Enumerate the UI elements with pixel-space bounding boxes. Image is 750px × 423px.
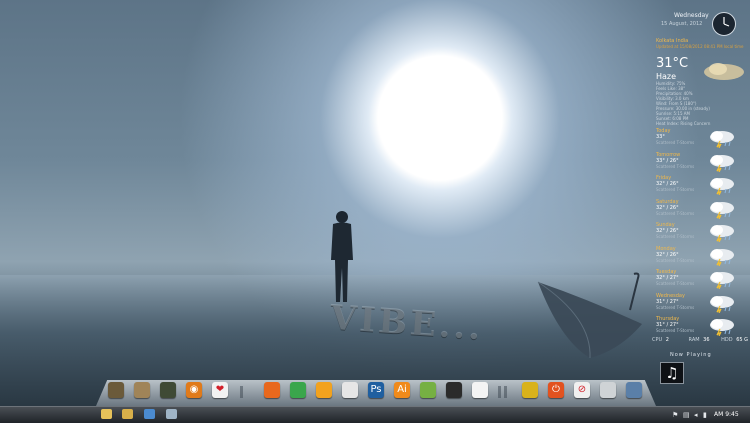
forecast-row: Friday 32° / 26° Scattered T-Storms [656, 175, 748, 199]
forecast-row: Saturday 32° / 26° Scattered T-Storms [656, 199, 748, 223]
system-stats: CPU 2 RAM 36 HDD 65 G [652, 337, 748, 343]
media-player-icon[interactable] [316, 382, 332, 398]
control-panel-icon[interactable] [522, 382, 538, 398]
taskbar [0, 406, 750, 423]
weather-detail: Heat Index: Rising Concern [656, 121, 711, 126]
itunes-icon[interactable] [342, 382, 358, 398]
clock-day: Wednesday [674, 12, 709, 19]
illustrator-icon[interactable]: Ai [394, 382, 410, 398]
forecast-row: Tomorrow 33° / 26° Scattered T-Storms [656, 152, 748, 176]
hdd-label: HDD [721, 337, 733, 343]
dock-separator [498, 386, 501, 398]
cpu-value: 2 [665, 337, 669, 343]
forecast-row: Wednesday 31° / 27° Scattered T-Storms [656, 293, 748, 317]
music-note-icon[interactable]: ♫ [660, 362, 684, 384]
explorer-icon[interactable] [101, 409, 112, 419]
network-icon[interactable] [626, 382, 642, 398]
power-icon[interactable]: ⏻ [548, 382, 564, 398]
forecast-row: Today 33° Scattered T-Storms [656, 128, 748, 152]
media-icon[interactable] [122, 409, 133, 419]
firefox-icon[interactable] [264, 382, 280, 398]
thunderstorm-icon [710, 295, 734, 313]
battery-icon[interactable]: ▮ [703, 411, 707, 419]
weather-updated: Updated at 15/08/2012 08:41 PM local tim… [656, 44, 744, 49]
photoshop-icon[interactable]: Ps [368, 382, 384, 398]
thunderstorm-icon [710, 225, 734, 242]
umbrella [537, 272, 642, 359]
volume-icon[interactable]: ◂ [694, 411, 698, 419]
forecast-row: Sunday 32° / 26° Scattered T-Storms [656, 222, 748, 246]
walking-figure [331, 211, 353, 302]
analog-clock-icon [712, 12, 736, 36]
thunderstorm-icon [710, 131, 734, 148]
no-entry-icon[interactable]: ⊘ [574, 382, 590, 398]
forecast-row: Monday 32° / 26° Scattered T-Storms [656, 246, 748, 270]
thunderstorm-icon [710, 201, 734, 219]
taskbar-clock[interactable]: AM 9:45 [714, 411, 739, 418]
blank-app-icon[interactable] [472, 382, 488, 398]
forecast-list: Today 33° Scattered T-Storms Tomorrow 33° / … [656, 128, 748, 340]
weather-widget: Kolkata India Updated at 15/08/2012 08:4… [656, 38, 748, 126]
ram-label: RAM [688, 337, 700, 343]
computer-icon[interactable] [108, 382, 124, 398]
dock-separator [240, 386, 243, 398]
forecast-row: Tuesday 32° / 27° Scattered T-Storms [656, 269, 748, 293]
weather-details: Humidity: 75% Feels Like: 38° Precipitat… [656, 81, 748, 126]
gamepad-icon[interactable] [446, 382, 462, 398]
thunderstorm-icon [710, 178, 734, 195]
ram-value: 36 [703, 337, 710, 343]
network-app-icon[interactable] [144, 409, 155, 419]
clock-date: 15 August, 2012 [661, 21, 703, 27]
heart-icon[interactable]: ❤ [212, 382, 228, 398]
tools-icon[interactable] [166, 409, 177, 419]
hdd-value: 65 G [736, 337, 749, 343]
movie-icon[interactable] [160, 382, 176, 398]
speaker-icon[interactable]: ◉ [186, 382, 202, 398]
thunderstorm-icon [710, 154, 734, 172]
thunderstorm-icon [710, 319, 734, 336]
thunderstorm-icon [710, 248, 734, 266]
now-playing-label: Now Playing [670, 352, 712, 358]
thunderstorm-icon [710, 272, 734, 289]
utorrent-icon[interactable] [420, 382, 436, 398]
dock-separator [504, 386, 507, 398]
folder-icon[interactable] [134, 382, 150, 398]
recycle-bin-icon[interactable] [600, 382, 616, 398]
haze-cloud-icon [704, 63, 744, 80]
flag-icon[interactable]: ⚑ [672, 411, 678, 419]
forecast-row: Thursday 31° / 27° Scattered T-Storms [656, 316, 748, 340]
chrome-icon[interactable] [290, 382, 306, 398]
cpu-label: CPU [652, 337, 663, 343]
network-tray-icon[interactable]: ▤ [683, 411, 690, 419]
